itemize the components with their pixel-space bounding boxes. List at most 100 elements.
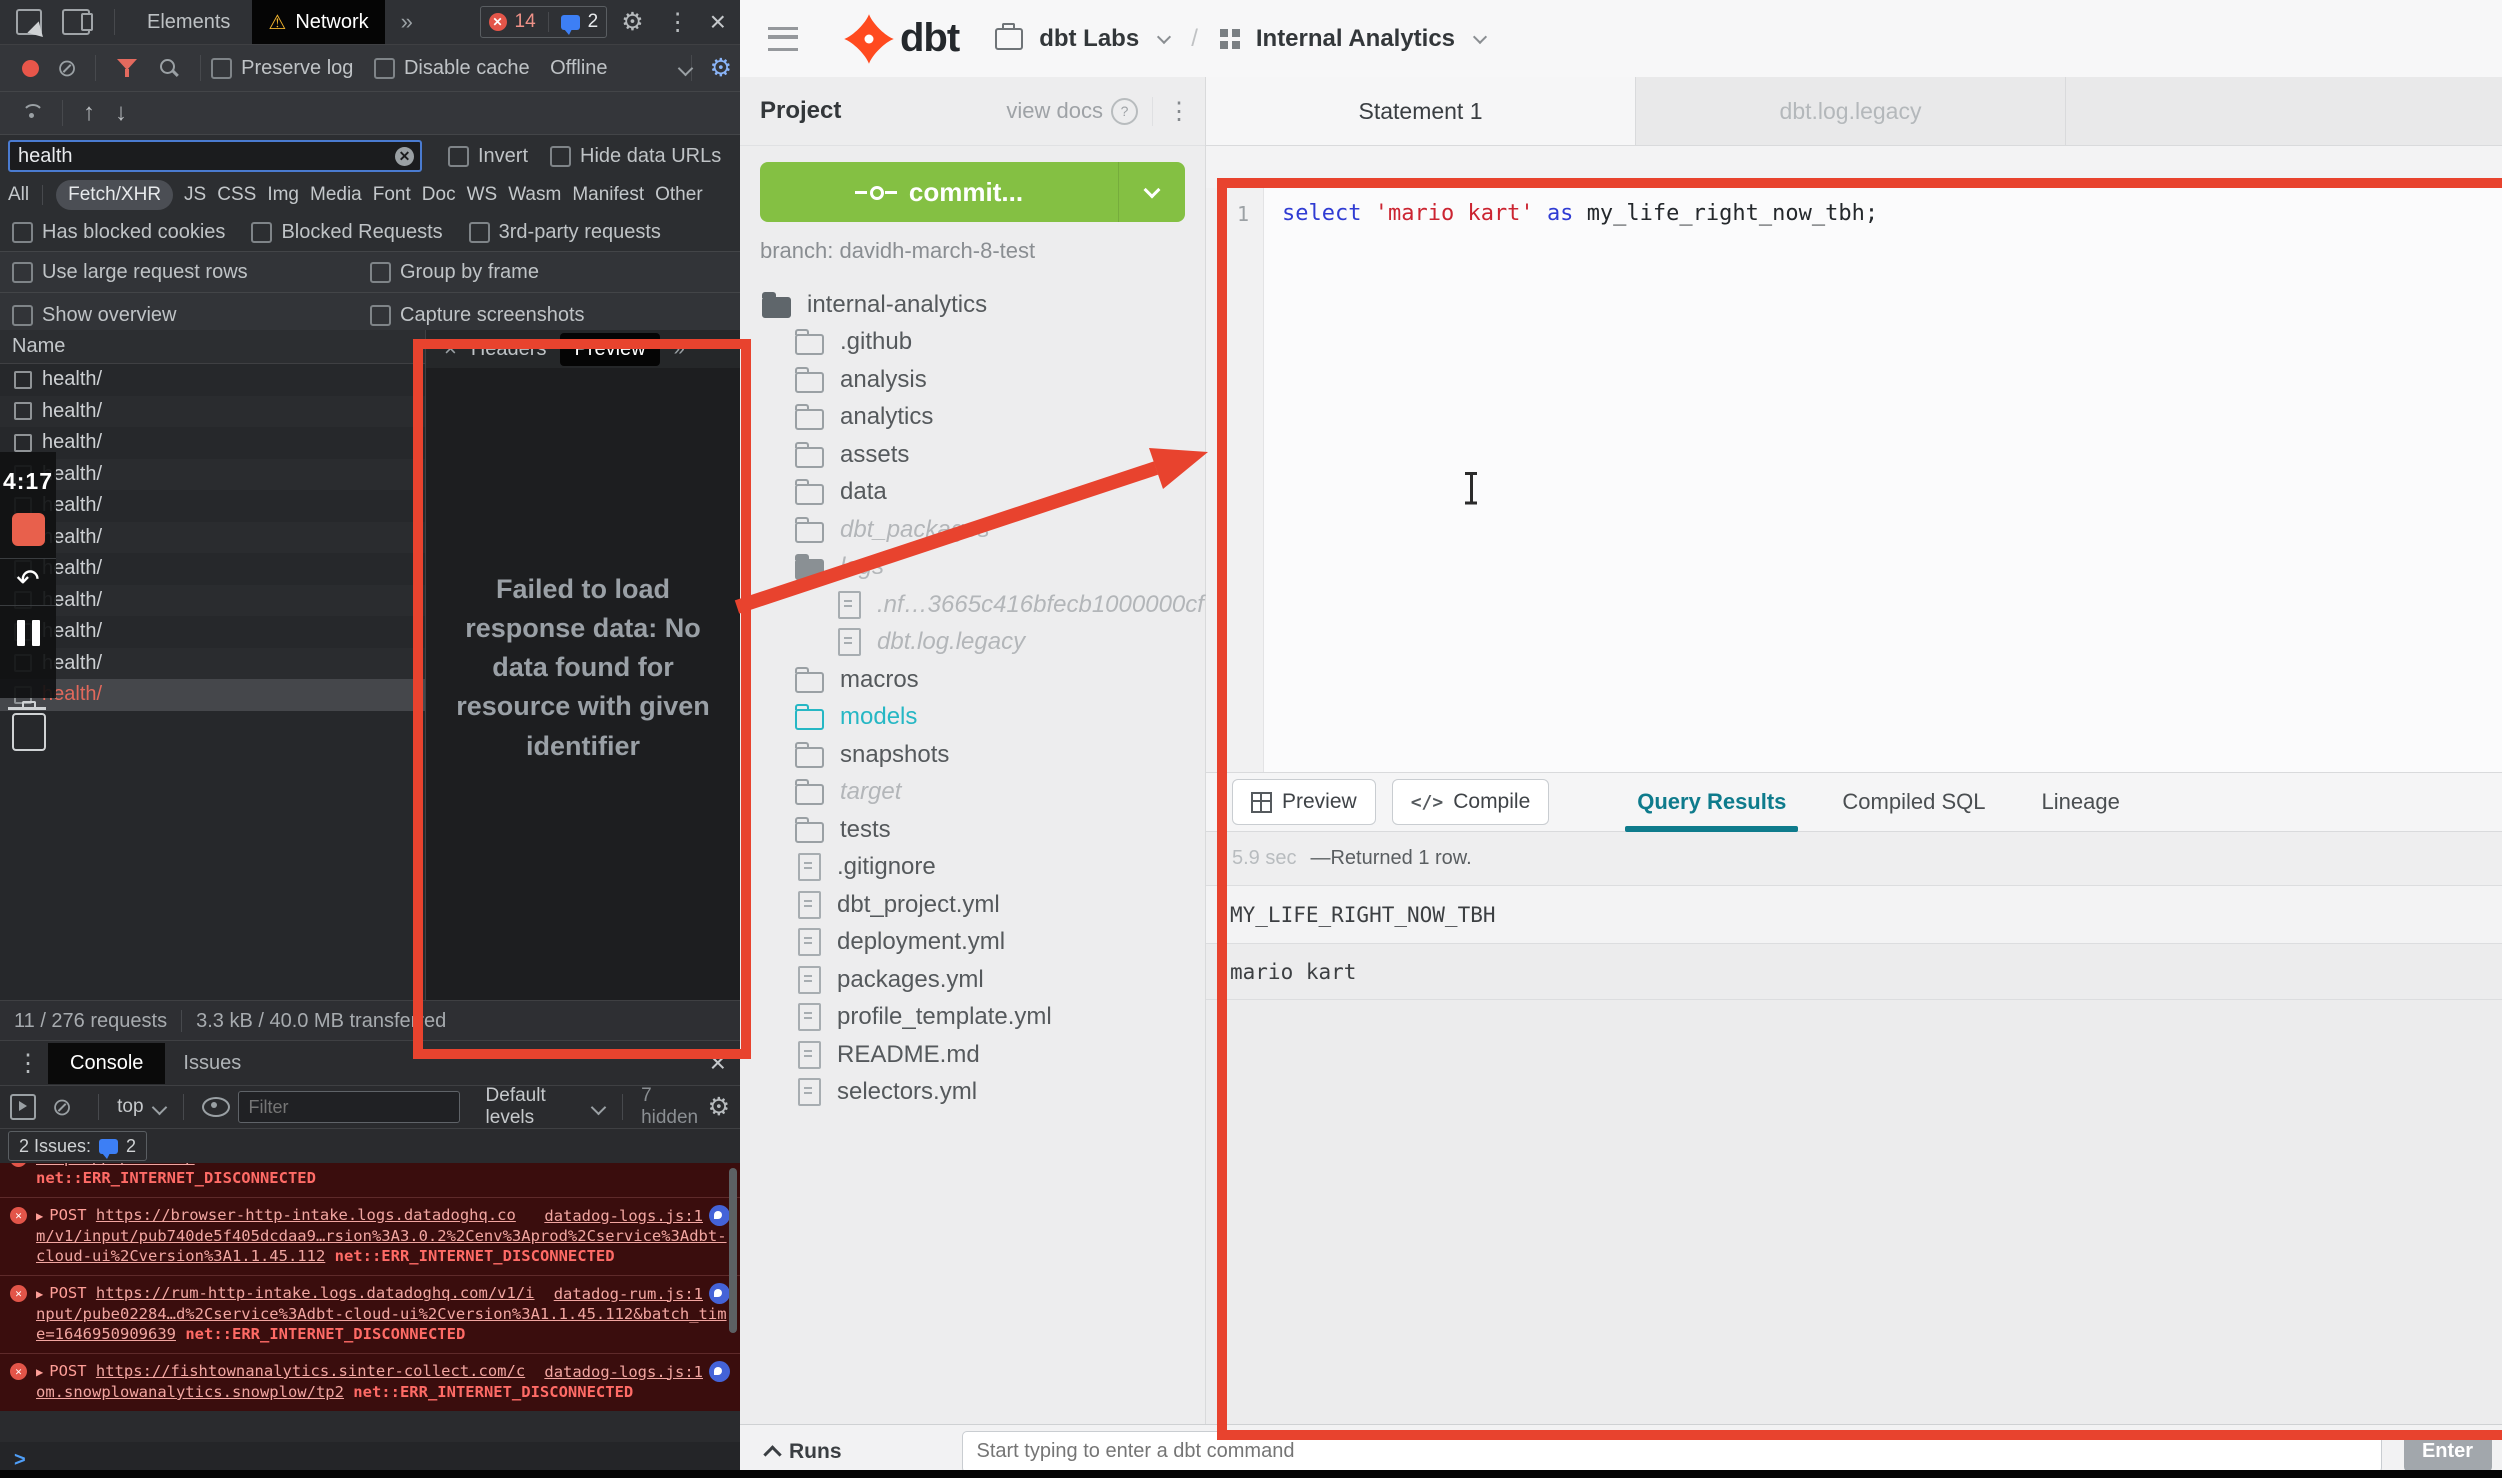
- request-row-selected[interactable]: health/: [0, 679, 425, 711]
- tree-item-folder[interactable]: target: [740, 774, 1205, 812]
- request-row[interactable]: health/: [0, 396, 425, 428]
- tree-item-folder-models[interactable]: models: [740, 699, 1205, 737]
- chevron-down-icon[interactable]: [1473, 29, 1487, 43]
- tree-item-file[interactable]: .gitignore: [740, 849, 1205, 887]
- request-row[interactable]: health/: [0, 616, 425, 648]
- stop-recording-button[interactable]: [12, 513, 45, 546]
- expand-arrow-icon[interactable]: ▶: [36, 1209, 43, 1223]
- request-row[interactable]: health/: [0, 522, 425, 554]
- tab-console[interactable]: Console: [48, 1043, 165, 1084]
- tree-item-file[interactable]: .nf…3665c416bfecb1000000cf: [740, 586, 1205, 624]
- request-row[interactable]: health/: [0, 427, 425, 459]
- filter-chip[interactable]: JS: [184, 184, 206, 206]
- filter-chip[interactable]: Other: [655, 184, 703, 206]
- network-settings-gear-icon[interactable]: ⚙: [710, 53, 732, 83]
- tree-item-folder[interactable]: snapshots: [740, 736, 1205, 774]
- tab-network[interactable]: ⚠Network: [252, 0, 384, 44]
- tree-item-folder[interactable]: logs: [740, 549, 1205, 587]
- request-row[interactable]: health/: [0, 585, 425, 617]
- console-scrollbar[interactable]: [729, 1168, 737, 1333]
- tab-statement-1[interactable]: Statement 1: [1206, 77, 1636, 145]
- inspect-element-icon[interactable]: [16, 9, 42, 35]
- request-row[interactable]: health/: [0, 490, 425, 522]
- console-error-entry[interactable]: ✕ https://…/health/ net::ERR_INTERNET_DI…: [0, 1163, 740, 1197]
- console-url-link[interactable]: https://…/health/: [36, 1163, 195, 1167]
- filter-chip[interactable]: CSS: [217, 184, 256, 206]
- tree-item-folder[interactable]: internal-analytics: [740, 286, 1205, 324]
- third-party-checkbox[interactable]: [469, 222, 490, 243]
- more-detail-tabs-icon[interactable]: »: [674, 338, 685, 361]
- filter-chip[interactable]: Manifest: [572, 184, 644, 206]
- tab-preview[interactable]: Preview: [560, 333, 659, 366]
- issues-chip[interactable]: 2 Issues: 2: [8, 1131, 147, 1161]
- tree-item-file[interactable]: README.md: [740, 1036, 1205, 1074]
- show-overview-checkbox[interactable]: [12, 305, 33, 326]
- commit-dropdown[interactable]: [1118, 162, 1185, 222]
- compile-button[interactable]: </>Compile: [1392, 779, 1550, 825]
- live-expression-eye-icon[interactable]: [202, 1097, 230, 1117]
- runs-toggle[interactable]: Runs: [766, 1440, 842, 1464]
- filter-chip[interactable]: Font: [373, 184, 411, 206]
- request-row[interactable]: health/: [0, 459, 425, 491]
- tab-query-results[interactable]: Query Results: [1637, 789, 1786, 815]
- console-error-entry[interactable]: ✕ datadog-rum.js:1 ▶POST https://rum-htt…: [0, 1275, 740, 1353]
- tree-item-folder[interactable]: assets: [740, 436, 1205, 474]
- console-error-entry[interactable]: ✕ datadog-logs.js:1 ▶POST https://fishto…: [0, 1353, 740, 1411]
- sql-editor[interactable]: 1 select 'mario kart' as my_life_right_n…: [1206, 188, 2502, 772]
- org-selector[interactable]: dbt Labs: [1039, 25, 1139, 53]
- levels-select[interactable]: Default levels: [486, 1085, 578, 1129]
- tab-headers[interactable]: Headers: [471, 338, 547, 361]
- filter-chip[interactable]: Img: [267, 184, 299, 206]
- tab-issues[interactable]: Issues: [165, 1043, 259, 1084]
- tree-item-folder[interactable]: tests: [740, 811, 1205, 849]
- dbt-logo[interactable]: dbt: [842, 12, 959, 66]
- network-filter-input[interactable]: [8, 140, 422, 172]
- has-blocked-cookies-checkbox[interactable]: [12, 222, 33, 243]
- close-console-icon[interactable]: ×: [710, 1047, 726, 1079]
- pause-recording-button[interactable]: [17, 620, 40, 646]
- enter-button[interactable]: Enter: [2404, 1432, 2492, 1472]
- dbt-command-input[interactable]: [962, 1431, 2382, 1473]
- hamburger-menu-icon[interactable]: [768, 27, 798, 51]
- disable-cache-checkbox[interactable]: [374, 58, 395, 79]
- commit-button[interactable]: commit...: [760, 162, 1185, 222]
- blocked-requests-checkbox[interactable]: [251, 222, 272, 243]
- tree-item-folder[interactable]: data: [740, 474, 1205, 512]
- group-by-frame-checkbox[interactable]: [370, 262, 391, 283]
- tree-item-file[interactable]: profile_template.yml: [740, 999, 1205, 1037]
- clear-filter-icon[interactable]: ✕: [395, 147, 414, 166]
- tab-compiled-sql[interactable]: Compiled SQL: [1842, 789, 1985, 815]
- invert-checkbox[interactable]: [448, 146, 469, 167]
- context-select[interactable]: top: [117, 1096, 143, 1118]
- tree-item-folder[interactable]: analytics: [740, 399, 1205, 437]
- clear-icon[interactable]: ⊘: [57, 54, 77, 83]
- tab-dbt-log-legacy[interactable]: dbt.log.legacy: [1636, 77, 2066, 145]
- console-kebab-icon[interactable]: ⋮: [16, 1049, 40, 1078]
- tree-item-folder[interactable]: .github: [740, 324, 1205, 362]
- expand-arrow-icon[interactable]: ▶: [36, 1287, 43, 1301]
- tree-item-file[interactable]: dbt_project.yml: [740, 886, 1205, 924]
- sidebar-kebab-icon[interactable]: ⋮: [1152, 97, 1191, 126]
- device-toolbar-icon[interactable]: [62, 9, 90, 35]
- tree-item-file[interactable]: selectors.yml: [740, 1074, 1205, 1112]
- badge-group[interactable]: ✕ 14 2: [480, 6, 608, 38]
- filter-funnel-icon[interactable]: [116, 57, 138, 79]
- request-row[interactable]: health/: [0, 553, 425, 585]
- filter-chip[interactable]: Doc: [422, 184, 456, 206]
- request-row[interactable]: health/: [0, 364, 425, 396]
- more-tabs-icon[interactable]: »: [401, 9, 413, 35]
- name-column-header[interactable]: Name: [0, 330, 425, 364]
- close-devtools-icon[interactable]: ×: [710, 6, 726, 38]
- view-docs-link[interactable]: view docs ?: [1006, 98, 1138, 125]
- hide-data-urls-checkbox[interactable]: [550, 146, 571, 167]
- throttling-select[interactable]: Offline: [550, 57, 607, 80]
- filter-chip-active[interactable]: Fetch/XHR: [56, 180, 173, 210]
- filter-chip[interactable]: All: [8, 184, 29, 206]
- settings-gear-icon[interactable]: ⚙: [621, 7, 643, 37]
- export-har-icon[interactable]: ↓: [115, 99, 127, 127]
- large-rows-checkbox[interactable]: [12, 262, 33, 283]
- clear-console-icon[interactable]: ⊘: [52, 1093, 72, 1122]
- tree-item-file[interactable]: deployment.yml: [740, 924, 1205, 962]
- chevron-down-icon[interactable]: [1157, 29, 1171, 43]
- request-row[interactable]: health/: [0, 648, 425, 680]
